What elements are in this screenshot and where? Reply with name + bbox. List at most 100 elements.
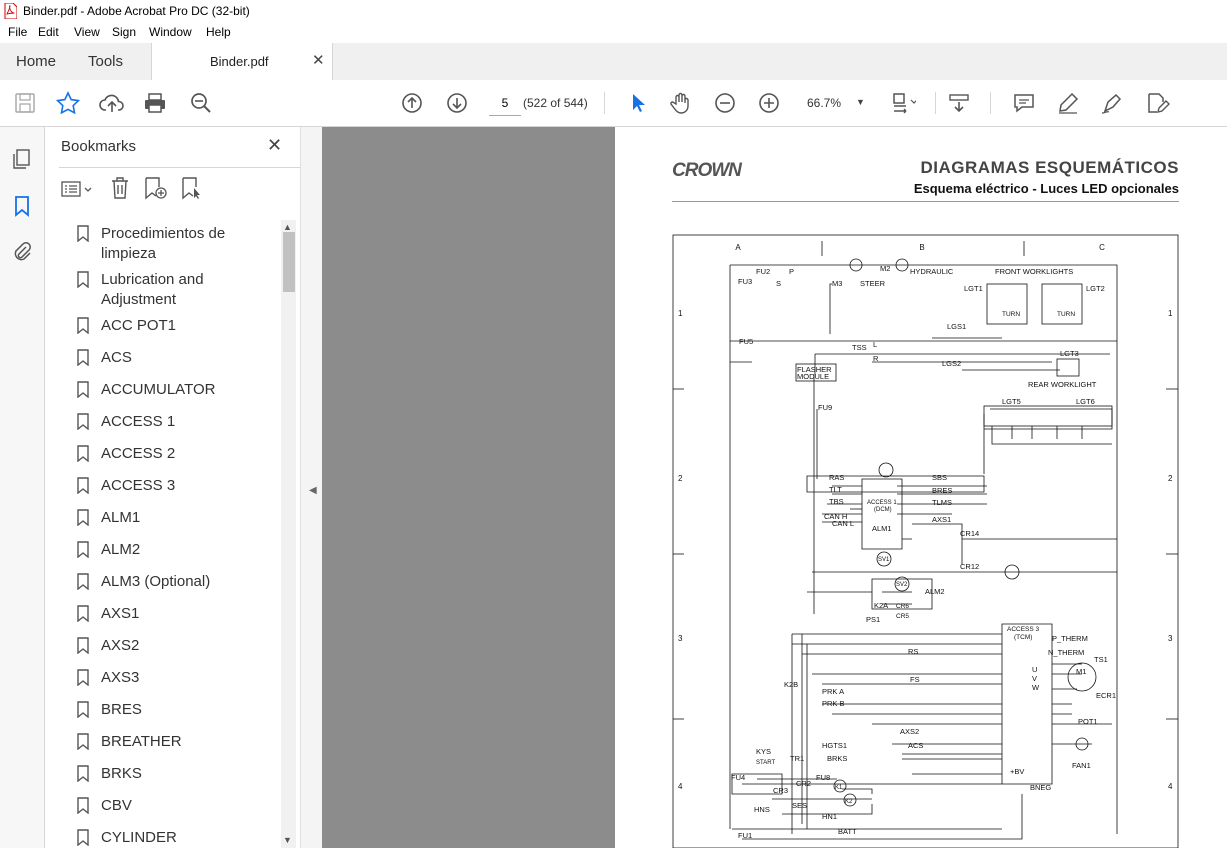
label: FU4 [731, 773, 745, 782]
bookmark-from-selection-icon[interactable] [180, 176, 206, 200]
label: SBS [932, 473, 947, 482]
bookmark-item[interactable]: ACC POT1 [75, 316, 251, 336]
menu-window[interactable]: Window [149, 25, 192, 39]
navigation-rail [0, 127, 45, 848]
bookmark-item[interactable]: ACCESS 2 [75, 444, 251, 464]
bookmark-item[interactable]: BREATHER [75, 732, 251, 752]
grid-col-b: B [919, 243, 924, 252]
grid-row-4: 4 [678, 782, 683, 791]
scroll-mode-icon[interactable] [946, 91, 972, 115]
label: LGT2 [1086, 284, 1105, 293]
label: TS1 [1094, 655, 1108, 664]
bookmark-item[interactable]: AXS1 [75, 604, 251, 624]
new-bookmark-icon[interactable] [143, 176, 169, 200]
previous-page-icon[interactable] [399, 91, 425, 115]
scroll-down-icon[interactable]: ▼ [283, 835, 292, 845]
scrollbar-thumb[interactable] [283, 232, 295, 292]
edit-document-icon[interactable] [1144, 91, 1170, 115]
tab-document[interactable]: Binder.pdf ✕ [151, 43, 333, 80]
menu-file[interactable]: File [8, 25, 27, 39]
label: K2 [845, 799, 853, 805]
bookmark-icon [77, 637, 89, 654]
delete-bookmark-icon[interactable] [109, 176, 131, 200]
bookmark-item[interactable]: AXS2 [75, 636, 251, 656]
label: START [756, 760, 775, 766]
panel-collapse-handle[interactable]: ◀ [300, 127, 323, 848]
bookmark-item[interactable]: ACCESS 1 [75, 412, 251, 432]
options-menu-icon[interactable] [61, 178, 95, 200]
label: SV1 [878, 557, 890, 563]
close-tab-icon[interactable]: ✕ [312, 51, 325, 69]
bookmark-item[interactable]: BRKS [75, 764, 251, 784]
save-icon[interactable] [12, 91, 38, 115]
menu-sign[interactable]: Sign [112, 25, 136, 39]
menu-view[interactable]: View [74, 25, 100, 39]
bookmark-label: ALM2 [101, 541, 141, 558]
select-cursor-icon[interactable] [624, 91, 650, 115]
label: TLMS [932, 498, 952, 507]
bookmark-icon [77, 271, 89, 288]
bookmarks-panel: Bookmarks ✕ ▲ ▼ Procedimientos de limpie… [45, 127, 304, 848]
zoom-dropdown-icon[interactable]: ▼ [856, 97, 865, 107]
tab-home[interactable]: Home [16, 53, 56, 70]
bookmark-item[interactable]: ALM3 (Optional) [75, 572, 251, 592]
upload-cloud-icon[interactable] [99, 91, 125, 115]
star-icon[interactable] [55, 91, 81, 115]
grid-col-c: C [1099, 243, 1105, 252]
label: SES [792, 801, 807, 810]
next-page-icon[interactable] [444, 91, 470, 115]
menu-help[interactable]: Help [206, 25, 231, 39]
zoom-out-icon[interactable] [712, 91, 738, 115]
title-bar: Binder.pdf - Adobe Acrobat Pro DC (32-bi… [0, 0, 1227, 22]
collapse-left-icon[interactable]: ◀ [309, 485, 317, 496]
bookmark-item[interactable]: ACCESS 3 [75, 476, 251, 496]
zoom-level[interactable]: 66.7% [807, 96, 841, 110]
hand-tool-icon[interactable] [668, 91, 694, 115]
label: K2A [874, 601, 888, 610]
bookmark-label: Lubrication and Adjustment [101, 271, 204, 308]
tab-tools[interactable]: Tools [88, 53, 123, 70]
bookmarks-scrollbar[interactable] [281, 220, 296, 848]
label: REAR WORKLIGHT [1028, 380, 1097, 389]
comment-icon[interactable] [1011, 91, 1037, 115]
bookmark-item[interactable]: AXS3 [75, 668, 251, 688]
bookmark-item[interactable]: CYLINDER [75, 828, 251, 848]
bookmark-item[interactable]: CBV [75, 796, 251, 816]
print-icon[interactable] [142, 91, 168, 115]
label: FU3 [738, 277, 752, 286]
bookmark-item[interactable]: BRES [75, 700, 251, 720]
crown-logo: CROWN [672, 160, 742, 181]
bookmark-icon [77, 573, 89, 590]
page-thumbnails-icon[interactable] [10, 147, 34, 171]
attachments-paperclip-icon[interactable] [10, 240, 34, 264]
document-viewport[interactable]: CROWN DIAGRAMAS ESQUEMÁTICOS Esquema elé… [322, 127, 1227, 848]
label: P [789, 267, 794, 276]
bookmark-item[interactable]: ALM2 [75, 540, 251, 560]
label: KYS [756, 747, 771, 756]
sign-pen-icon[interactable] [1099, 91, 1125, 115]
bookmark-panel-icon[interactable] [10, 194, 34, 218]
highlight-pen-icon[interactable] [1055, 91, 1081, 115]
bookmark-item[interactable]: Procedimientos de limpieza [75, 224, 251, 264]
label: LGT6 [1076, 397, 1095, 406]
menu-edit[interactable]: Edit [38, 25, 59, 39]
label: AXS2 [900, 727, 919, 736]
label: K1 [835, 785, 843, 791]
bookmark-item[interactable]: ACCUMULATOR [75, 380, 251, 400]
label: AXS1 [932, 515, 951, 524]
bookmark-icon [77, 381, 89, 398]
bookmark-item[interactable]: ALM1 [75, 508, 251, 528]
grid-row-3-right: 3 [1168, 634, 1173, 643]
zoom-search-icon[interactable] [188, 91, 214, 115]
label: HN1 [822, 812, 837, 821]
scroll-up-icon[interactable]: ▲ [283, 222, 292, 232]
page-fit-icon[interactable] [890, 91, 918, 115]
close-panel-icon[interactable]: ✕ [267, 135, 282, 156]
label: S [776, 279, 781, 288]
label: CR3 [773, 786, 788, 795]
bookmark-item[interactable]: ACS [75, 348, 251, 368]
zoom-in-icon[interactable] [756, 91, 782, 115]
page-number-input[interactable] [489, 91, 521, 116]
bookmark-item[interactable]: Lubrication and Adjustment [75, 270, 251, 310]
label: HYDRAULIC [910, 267, 954, 276]
